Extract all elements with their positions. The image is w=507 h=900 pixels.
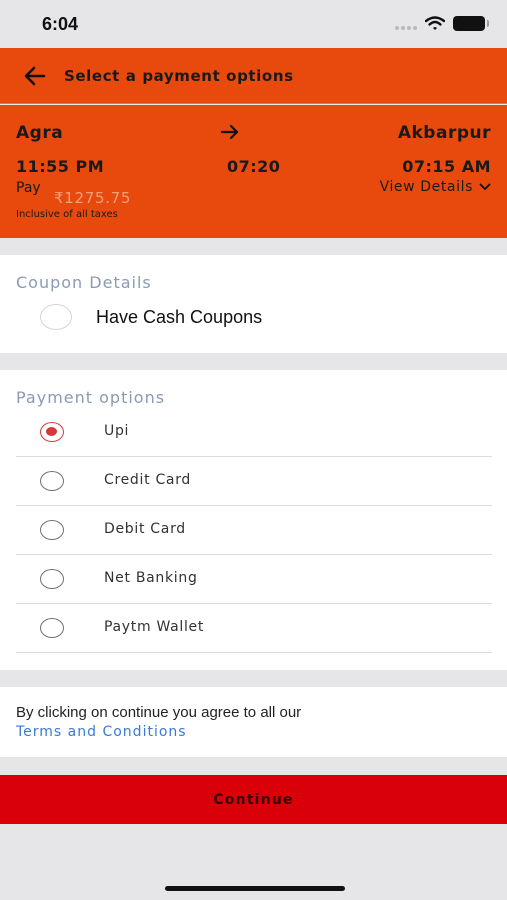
upi-radio[interactable] [40, 422, 64, 442]
coupon-section-title: Coupon Details [16, 273, 152, 292]
trip-summary: Agra Akbarpur 11:55 PM 07:20 07:15 AM Pa… [0, 105, 507, 238]
debit-card-label: Debit Card [104, 521, 186, 537]
terms-and-conditions-link[interactable]: Terms and Conditions [16, 724, 187, 740]
paytm-wallet-label: Paytm Wallet [104, 619, 205, 635]
payment-section: Payment options Upi Credit Card Debit Ca… [0, 370, 507, 670]
status-icons [395, 16, 489, 31]
chevron-down-icon [479, 183, 491, 190]
arrival-time: 07:15 AM [402, 157, 491, 176]
cash-coupon-label: Have Cash Coupons [96, 306, 263, 327]
payment-option-upi[interactable]: Upi [16, 408, 492, 457]
payment-option-net-banking[interactable]: Net Banking [16, 555, 492, 604]
wifi-icon [425, 16, 445, 30]
departure-time: 11:55 PM [16, 157, 105, 176]
back-arrow-icon[interactable] [22, 64, 48, 88]
paytm-wallet-radio[interactable] [40, 618, 64, 638]
home-indicator[interactable] [165, 886, 345, 891]
payment-section-title: Payment options [16, 388, 166, 407]
status-bar: 6:04 [0, 0, 507, 48]
continue-button[interactable]: Continue [0, 775, 507, 824]
destination-city: Akbarpur [397, 123, 491, 143]
battery-icon [453, 16, 489, 31]
origin-city: Agra [16, 123, 64, 143]
net-banking-radio[interactable] [40, 569, 64, 589]
view-details-button[interactable]: View Details [380, 179, 491, 195]
pay-label: Pay [16, 180, 41, 196]
cash-coupon-option[interactable]: Have Cash Coupons [40, 304, 262, 330]
credit-card-radio[interactable] [40, 471, 64, 491]
payment-option-paytm-wallet[interactable]: Paytm Wallet [16, 604, 492, 653]
header-bar: Select a payment options [0, 48, 507, 104]
terms-section: By clicking on continue you agree to all… [0, 687, 507, 757]
coupon-section: Coupon Details Have Cash Coupons [0, 255, 507, 353]
status-time: 6:04 [42, 14, 79, 34]
right-arrow-icon [220, 124, 239, 140]
coupon-checkbox[interactable] [40, 304, 72, 330]
debit-card-radio[interactable] [40, 520, 64, 540]
trip-duration: 07:20 [227, 157, 281, 176]
terms-text: By clicking on continue you agree to all… [16, 704, 302, 721]
net-banking-label: Net Banking [104, 570, 198, 586]
taxes-note: Inclusive of all taxes [16, 209, 118, 220]
page-title: Select a payment options [64, 67, 294, 85]
cellular-signal-icon [395, 18, 417, 30]
credit-card-label: Credit Card [104, 472, 192, 488]
payment-option-debit-card[interactable]: Debit Card [16, 506, 492, 555]
upi-label: Upi [104, 423, 130, 439]
pay-amount: ₹1275.75 [54, 189, 132, 207]
view-details-label: View Details [379, 179, 473, 195]
payment-option-credit-card[interactable]: Credit Card [16, 457, 492, 506]
